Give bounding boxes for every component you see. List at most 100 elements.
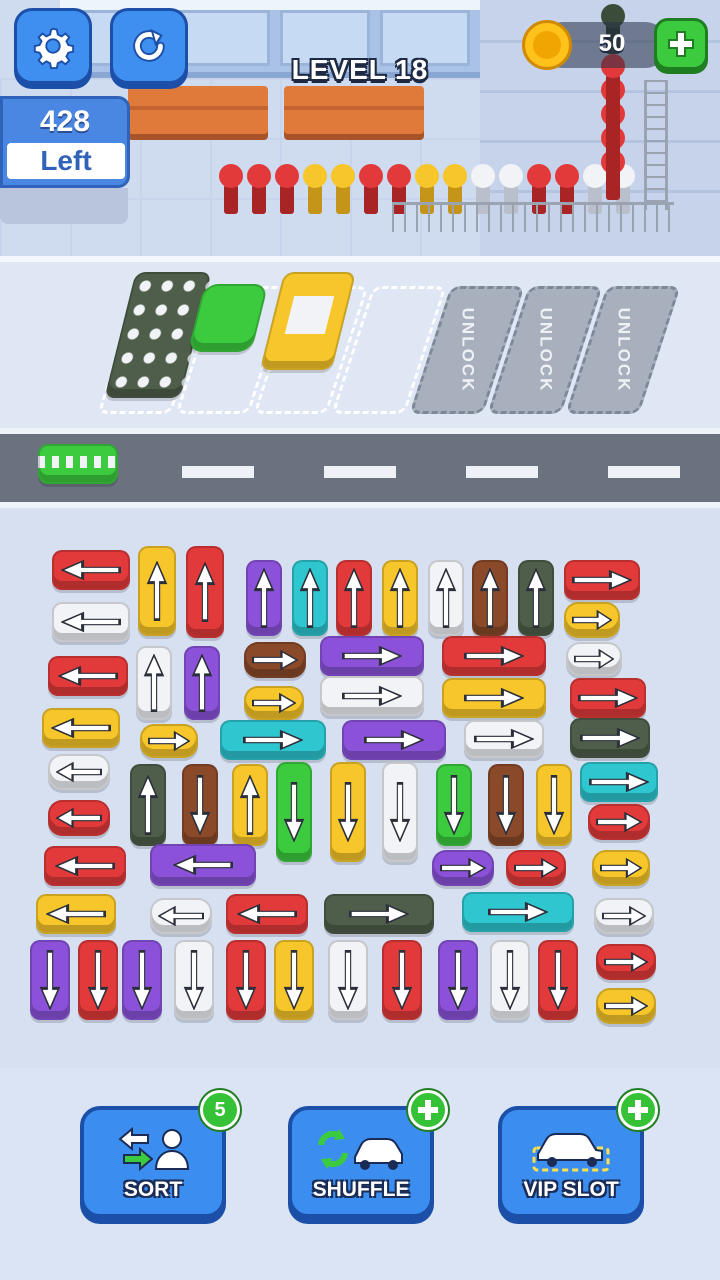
- vehicle-dark-green-right[interactable]: [324, 894, 434, 934]
- vehicle-yellow-right[interactable]: [140, 724, 198, 758]
- sort-label: SORT: [123, 1178, 183, 1201]
- direction-arrow-right-icon: [572, 609, 612, 631]
- direction-arrow-down-icon: [39, 950, 61, 1010]
- vehicle-cyan-right[interactable]: [462, 892, 574, 932]
- vehicle-white-down[interactable]: [490, 940, 530, 1020]
- vehicle-white-down[interactable]: [174, 940, 214, 1020]
- vehicle-yellow-right[interactable]: [592, 850, 650, 886]
- vehicle-white-down[interactable]: [328, 940, 368, 1020]
- moving-van[interactable]: [38, 444, 118, 484]
- direction-arrow-right-icon: [574, 648, 614, 670]
- direction-arrow-left-icon: [61, 559, 121, 581]
- vehicle-purple-down[interactable]: [438, 940, 478, 1020]
- restart-icon: [133, 28, 165, 62]
- vehicle-yellow-down[interactable]: [274, 940, 314, 1020]
- vehicle-purple-right[interactable]: [432, 850, 494, 886]
- vehicle-white-left[interactable]: [48, 754, 110, 790]
- direction-arrow-down-icon: [547, 950, 569, 1010]
- direction-arrow-up-icon: [143, 654, 165, 712]
- vehicle-dark-green-up[interactable]: [518, 560, 554, 636]
- vehicle-green-down[interactable]: [436, 764, 472, 846]
- direction-arrow-right-icon: [342, 685, 402, 707]
- vehicle-purple-right[interactable]: [320, 636, 424, 676]
- direction-arrow-left-icon: [55, 855, 115, 877]
- unlock-label: UNLOCK: [536, 307, 555, 393]
- vehicle-cyan-right[interactable]: [580, 762, 658, 802]
- vehicle-white-left[interactable]: [150, 898, 212, 934]
- direction-arrow-right-icon: [474, 728, 534, 750]
- vehicle-white-right[interactable]: [464, 720, 544, 758]
- vehicle-yellow-right[interactable]: [442, 678, 546, 718]
- vehicle-yellow-up[interactable]: [382, 560, 418, 636]
- vehicle-brown-down[interactable]: [488, 764, 524, 846]
- vehicle-yellow-right[interactable]: [564, 602, 620, 638]
- vehicle-yellow-left[interactable]: [42, 708, 120, 748]
- vehicle-red-left[interactable]: [226, 894, 308, 934]
- vehicle-red-right[interactable]: [596, 944, 656, 980]
- vehicle-purple-down[interactable]: [122, 940, 162, 1020]
- vehicle-red-up[interactable]: [336, 560, 372, 636]
- direction-arrow-right-icon: [572, 569, 632, 591]
- vip-slot-add-badge[interactable]: [618, 1090, 658, 1130]
- vehicle-red-right[interactable]: [588, 804, 650, 840]
- vehicle-red-up[interactable]: [186, 546, 224, 638]
- vehicle-purple-down[interactable]: [30, 940, 70, 1020]
- vehicle-red-left[interactable]: [44, 846, 126, 886]
- restart-button[interactable]: [110, 8, 188, 84]
- direction-arrow-up-icon: [239, 775, 261, 835]
- sign-base: [0, 188, 128, 224]
- shuffle-label: SHUFFLE: [312, 1178, 410, 1201]
- vehicle-white-up[interactable]: [136, 646, 172, 720]
- direction-arrow-up-icon: [479, 568, 501, 628]
- direction-arrow-right-icon: [604, 995, 648, 1017]
- plus-icon: [668, 31, 694, 57]
- vehicle-yellow-up[interactable]: [138, 546, 176, 636]
- vehicle-dark-green-right[interactable]: [570, 718, 650, 758]
- direction-arrow-down-icon: [443, 775, 465, 835]
- vehicle-green-down[interactable]: [276, 762, 312, 862]
- vehicle-brown-up[interactable]: [472, 560, 508, 636]
- vehicle-red-left[interactable]: [48, 800, 110, 836]
- vehicle-white-right[interactable]: [320, 676, 424, 716]
- vehicle-white-up[interactable]: [428, 560, 464, 636]
- vehicle-yellow-right[interactable]: [244, 686, 304, 720]
- vehicle-red-right[interactable]: [506, 850, 566, 886]
- direction-arrow-left-icon: [237, 903, 297, 925]
- settings-button[interactable]: [14, 8, 92, 84]
- vehicle-white-down[interactable]: [382, 762, 418, 862]
- vehicle-red-left[interactable]: [48, 656, 128, 696]
- vehicle-red-right[interactable]: [442, 636, 546, 676]
- plus-icon: [628, 1100, 648, 1120]
- direction-arrow-up-icon: [343, 568, 365, 628]
- vehicle-red-left[interactable]: [52, 550, 130, 590]
- vehicle-brown-down[interactable]: [182, 764, 218, 846]
- vehicle-yellow-down[interactable]: [536, 764, 572, 846]
- vehicle-red-right[interactable]: [564, 560, 640, 600]
- vehicle-cyan-up[interactable]: [292, 560, 328, 636]
- vehicle-white-right[interactable]: [594, 898, 654, 934]
- coin-icon: [522, 20, 572, 70]
- vehicle-white-left[interactable]: [52, 602, 130, 642]
- direction-arrow-right-icon: [364, 729, 424, 751]
- vehicle-red-down[interactable]: [382, 940, 422, 1020]
- vehicle-dark-green-up[interactable]: [130, 764, 166, 846]
- vehicle-yellow-up[interactable]: [232, 764, 268, 846]
- vehicle-purple-up[interactable]: [184, 646, 220, 720]
- vehicle-red-down[interactable]: [78, 940, 118, 1020]
- vehicle-purple-right[interactable]: [342, 720, 446, 760]
- shuffle-add-badge[interactable]: [408, 1090, 448, 1130]
- add-coins-button[interactable]: [654, 18, 708, 70]
- vehicle-purple-left[interactable]: [150, 844, 256, 886]
- vehicle-purple-up[interactable]: [246, 560, 282, 636]
- direction-arrow-up-icon: [191, 654, 213, 712]
- vehicle-red-down[interactable]: [226, 940, 266, 1020]
- vehicle-red-right[interactable]: [570, 678, 646, 718]
- vehicle-brown-right[interactable]: [244, 642, 306, 678]
- vehicle-red-down[interactable]: [538, 940, 578, 1020]
- vehicle-yellow-left[interactable]: [36, 894, 116, 934]
- vehicle-yellow-right[interactable]: [596, 988, 656, 1024]
- vehicle-yellow-down[interactable]: [330, 762, 366, 862]
- direction-arrow-up-icon: [299, 568, 321, 628]
- vehicle-white-right[interactable]: [566, 642, 622, 676]
- vehicle-cyan-right[interactable]: [220, 720, 326, 760]
